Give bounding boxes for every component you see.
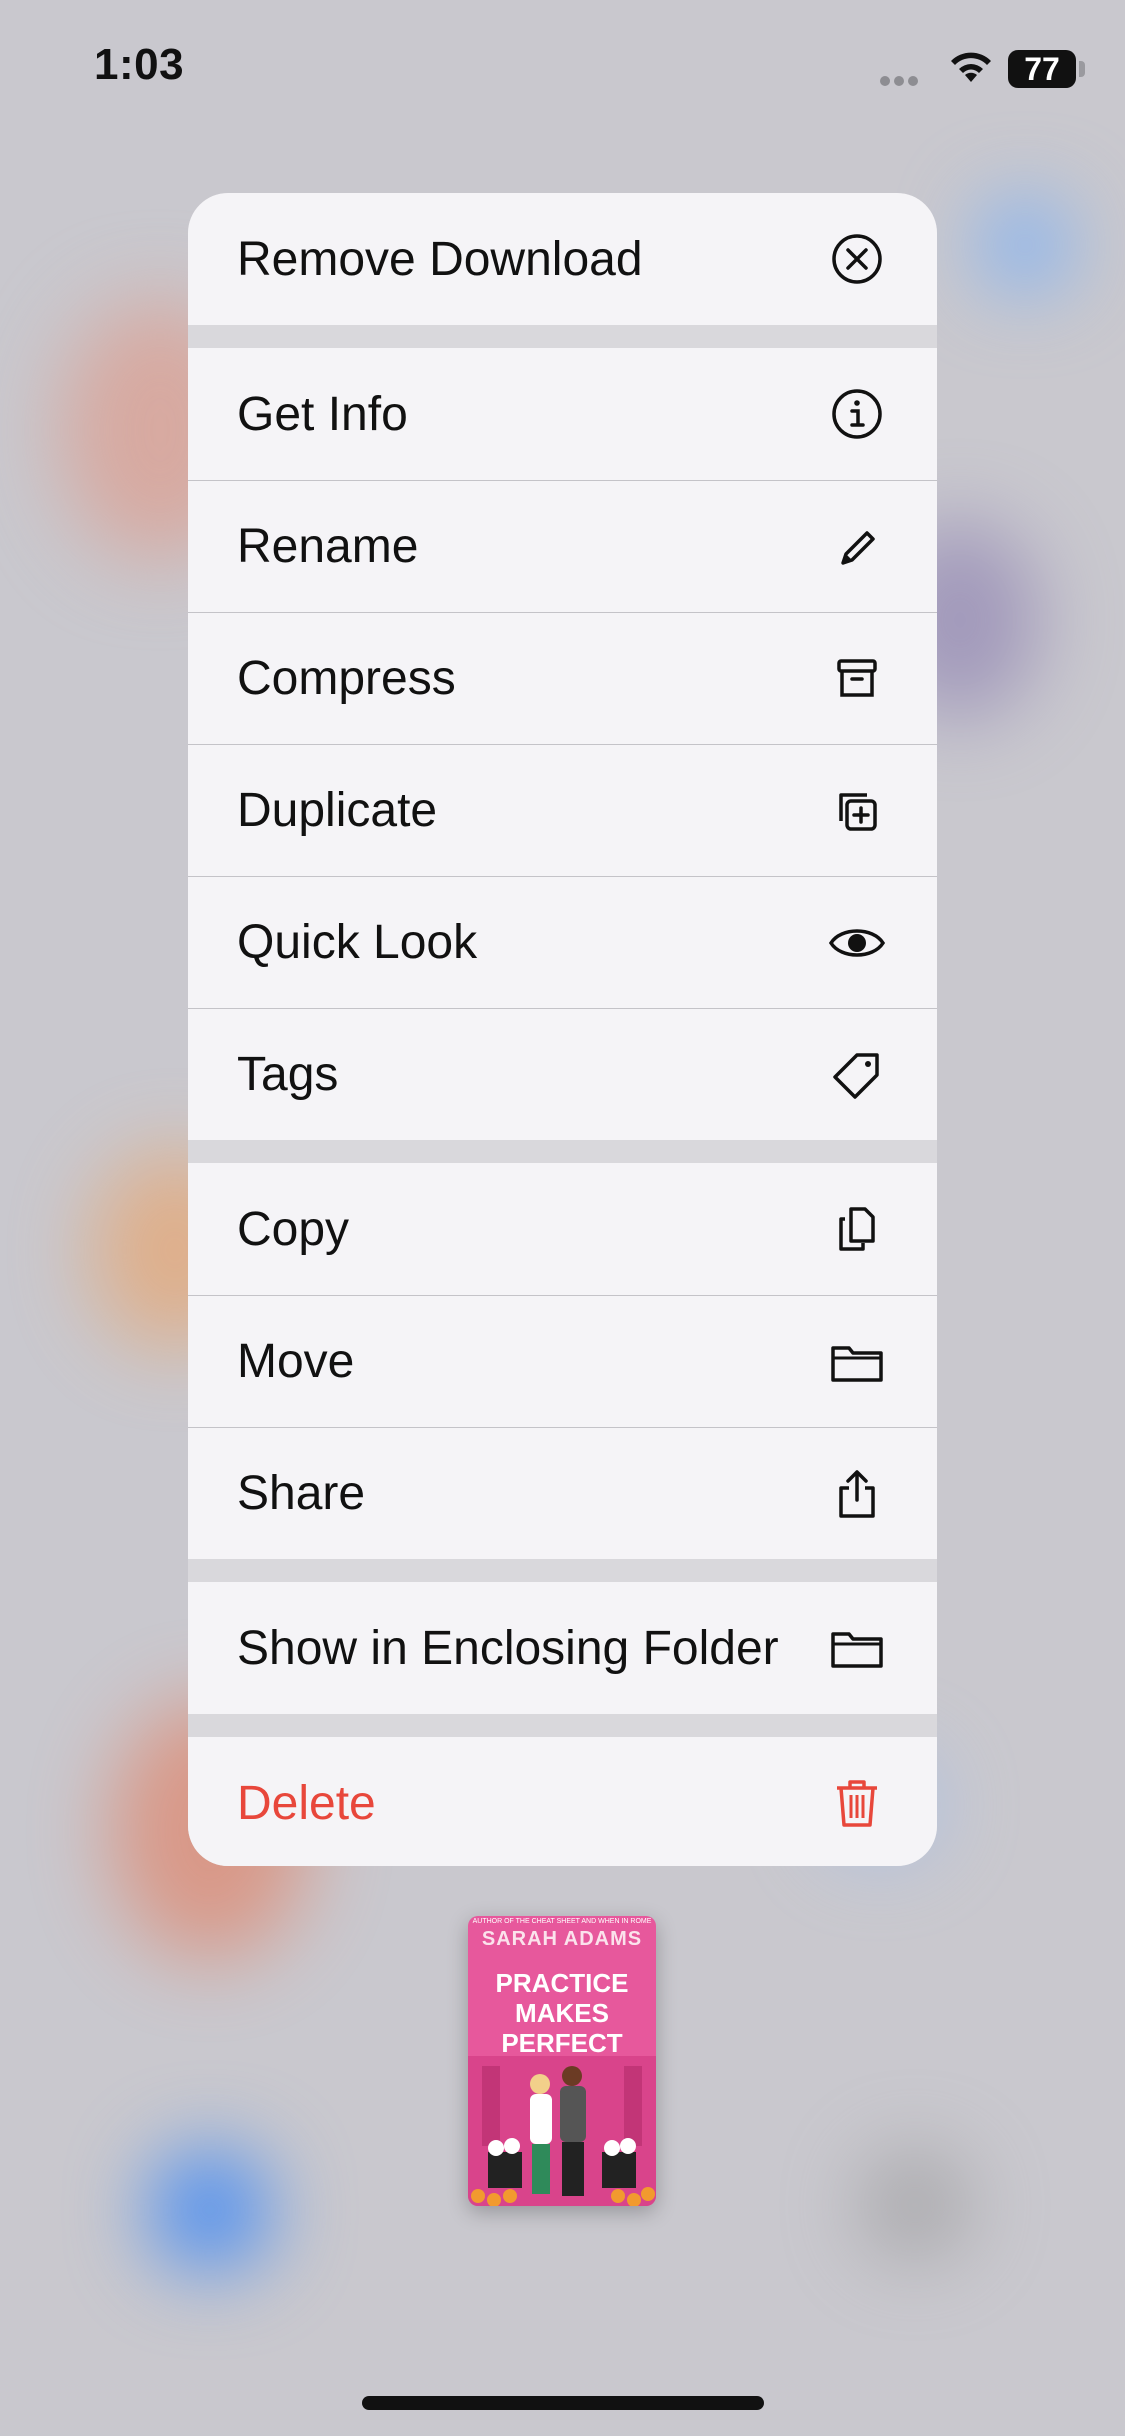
folder-icon <box>827 1618 887 1678</box>
home-indicator[interactable] <box>362 2396 764 2410</box>
menu-item-delete[interactable]: Delete <box>188 1737 937 1866</box>
menu-item-label: Tags <box>237 1048 339 1101</box>
eye-icon <box>827 913 887 973</box>
cover-title-line: PRACTICE <box>495 1968 629 1998</box>
status-bar: 1:03 77 <box>0 0 1125 140</box>
menu-item-label: Delete <box>237 1776 376 1830</box>
menu-item-label: Share <box>237 1467 366 1520</box>
menu-item-quick-look[interactable]: Quick Look <box>188 876 937 1008</box>
menu-item-label: Copy <box>237 1202 350 1256</box>
menu-item-label: Remove Download <box>237 232 643 286</box>
archive-box-icon <box>827 649 887 709</box>
cover-illustration <box>468 2056 656 2206</box>
info-circle-icon <box>827 384 887 444</box>
menu-item-remove-download[interactable]: Remove Download <box>188 193 937 325</box>
cover-author: SARAH ADAMS <box>481 1928 643 1950</box>
menu-item-copy[interactable]: Copy <box>188 1163 937 1295</box>
plus-square-on-square-icon <box>827 781 887 841</box>
battery-indicator: 77 <box>1008 50 1076 88</box>
battery-tip <box>1079 61 1085 77</box>
pencil-icon <box>827 517 887 577</box>
menu-item-tags[interactable]: Tags <box>188 1008 937 1140</box>
menu-item-label: Rename <box>237 520 419 573</box>
file-preview-thumbnail[interactable]: AUTHOR OF THE CHEAT SHEET AND WHEN IN RO… <box>468 1916 656 2206</box>
trash-icon <box>827 1773 887 1833</box>
status-time: 1:03 <box>94 40 185 89</box>
context-menu: Remove Download Get Info Rename Compress Dup… <box>188 193 937 1866</box>
menu-item-label: Get Info <box>237 387 408 441</box>
cover-tagline: AUTHOR OF THE CHEAT SHEET AND WHEN IN RO… <box>472 1918 652 1925</box>
xmark-circle-icon <box>827 229 887 289</box>
menu-item-label: Duplicate <box>237 784 438 837</box>
menu-item-share[interactable]: Share <box>188 1427 937 1559</box>
cellular-signal-icon <box>880 73 932 86</box>
menu-item-label: Show in Enclosing Folder <box>237 1621 779 1675</box>
menu-item-get-info[interactable]: Get Info <box>188 348 937 480</box>
menu-item-duplicate[interactable]: Duplicate <box>188 744 937 876</box>
cover-title-line: PERFECT <box>501 2028 623 2058</box>
menu-item-rename[interactable]: Rename <box>188 480 937 612</box>
cover-title: PRACTICE MAKES PERFECT <box>468 1968 656 2058</box>
menu-item-show-in-enclosing-folder[interactable]: Show in Enclosing Folder <box>188 1582 937 1714</box>
menu-item-label: Compress <box>237 652 456 705</box>
menu-item-label: Move <box>237 1335 355 1388</box>
doc-on-doc-icon <box>827 1199 887 1259</box>
share-icon <box>827 1464 887 1524</box>
cover-title-line: MAKES <box>515 1998 609 2028</box>
menu-item-move[interactable]: Move <box>188 1295 937 1427</box>
menu-item-compress[interactable]: Compress <box>188 612 937 744</box>
tag-icon <box>827 1045 887 1105</box>
folder-icon <box>827 1332 887 1392</box>
menu-item-label: Quick Look <box>237 916 478 969</box>
wifi-icon <box>946 46 996 86</box>
